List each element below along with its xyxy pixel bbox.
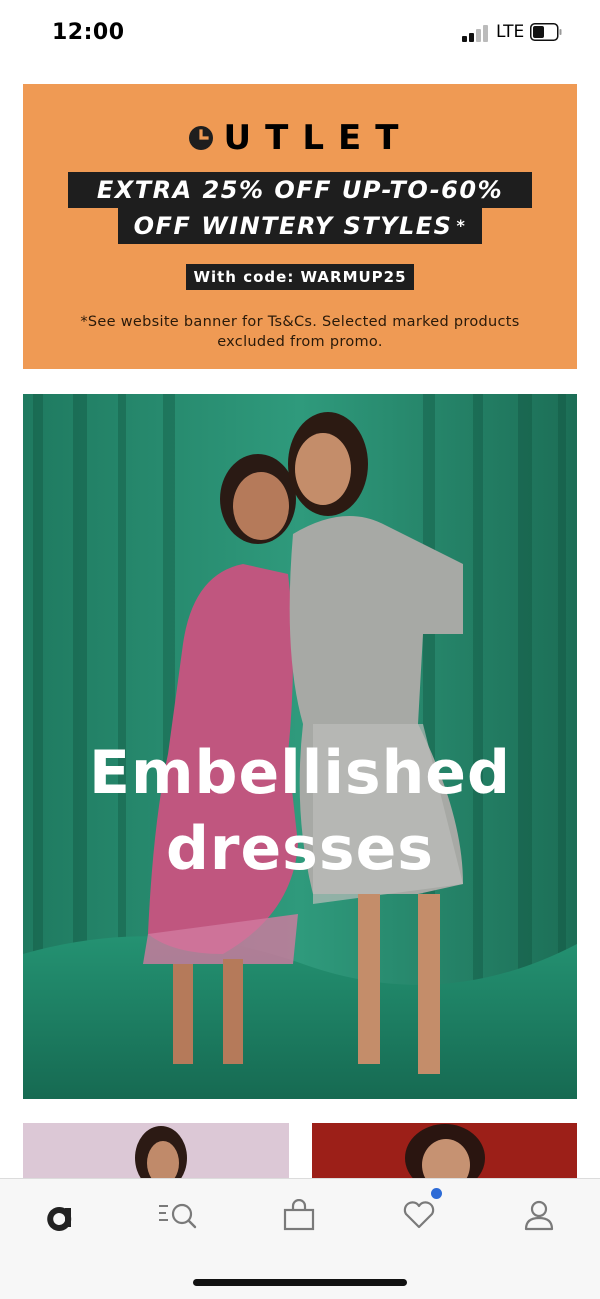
product-thumb-left[interactable] [23, 1123, 289, 1178]
outlet-heading: UTLET [0, 118, 600, 158]
product-thumb-left-image [135, 1126, 187, 1178]
nav-home[interactable] [30, 1195, 90, 1235]
hero-caption-line1: Embellished [89, 738, 511, 808]
hero-caption-line2: dresses [165, 814, 435, 884]
promo-disclaimer: *See website banner for Ts&Cs. Selected … [80, 314, 520, 350]
signal-icon [462, 24, 490, 42]
home-icon [47, 1207, 72, 1231]
clock-icon [188, 126, 213, 150]
network-label: LTE [496, 22, 525, 42]
heart-icon [403, 1201, 435, 1229]
nav-bag[interactable] [269, 1195, 329, 1235]
status-time: 12:00 [52, 20, 125, 45]
promo-asterisk: * [456, 216, 467, 235]
battery-icon [530, 23, 562, 41]
promo-headline-line1: EXTRA 25% OFF UP-TO-60% [68, 172, 532, 208]
product-thumb-right-image [312, 1123, 577, 1178]
home-indicator[interactable] [193, 1279, 407, 1286]
promo-headline-line2-text: OFF WINTERY STYLES [133, 212, 453, 240]
nav-account[interactable] [509, 1195, 569, 1235]
bag-icon [283, 1199, 315, 1231]
nav-saved[interactable] [389, 1195, 449, 1235]
product-thumb-right[interactable] [312, 1123, 577, 1178]
hero-caption: Embellished dresses [0, 735, 600, 887]
search-icon [159, 1203, 197, 1229]
promo-code: With code: WARMUP25 [186, 264, 414, 290]
nav-search[interactable] [149, 1195, 209, 1235]
account-icon [524, 1200, 554, 1231]
status-bar: 12:00 LTE [0, 0, 600, 66]
saved-badge-dot [431, 1188, 442, 1199]
promo-headline-line2: OFF WINTERY STYLES * [118, 208, 482, 244]
outlet-title: UTLET [223, 118, 413, 158]
